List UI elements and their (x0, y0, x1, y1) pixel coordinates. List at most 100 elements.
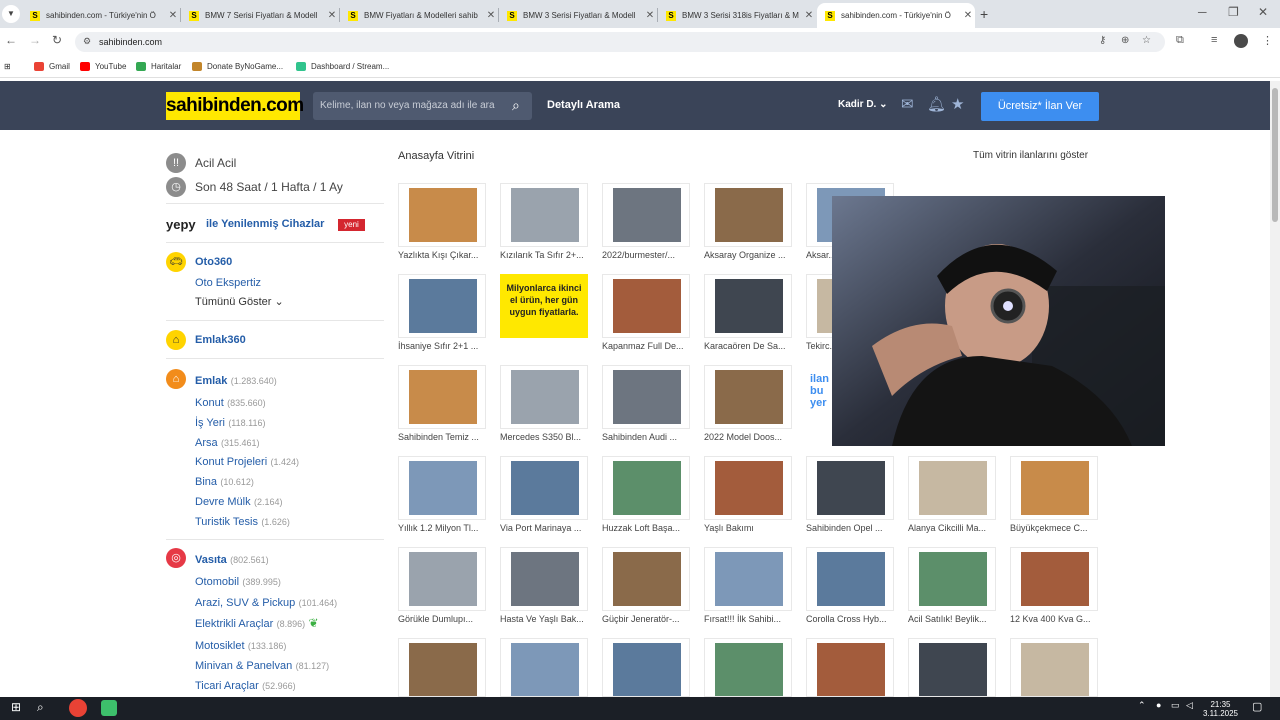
listing-card[interactable]: Kızılarık Ta Sıfır 2+... (500, 183, 588, 265)
listing-card[interactable] (500, 638, 588, 697)
notification-bell-icon[interactable]: 🔔︎ (927, 95, 946, 113)
subcategory-item[interactable]: Arsa (315.461) (195, 435, 260, 449)
subcategory-item[interactable]: Ticari Araçlar (52.966) (195, 678, 296, 692)
subcategory-item[interactable]: Minivan & Panelvan (81.127) (195, 658, 329, 672)
listing-card[interactable]: Aksaray Organize ... (704, 183, 792, 265)
listing-thumbnail[interactable] (500, 365, 588, 429)
listing-title[interactable]: Alanya Cikcilli Ma... (908, 523, 998, 533)
taskbar-search-icon[interactable]: ⌕ (37, 700, 44, 715)
subcategory-item[interactable]: Devre Mülk (2.164) (195, 494, 283, 508)
subcategory-item[interactable]: İş Yeri (118.116) (195, 415, 266, 429)
listing-thumbnail[interactable] (704, 274, 792, 338)
back-icon[interactable]: ← (5, 33, 17, 47)
bookmark-maps[interactable]: Haritalar (136, 62, 181, 71)
listing-thumbnail[interactable] (398, 183, 486, 247)
listing-title[interactable]: Hasta Ve Yaşlı Bak... (500, 614, 590, 624)
listing-card[interactable]: İhsaniye Sıfır 2+1 ... (398, 274, 486, 356)
listing-thumbnail[interactable] (704, 547, 792, 611)
emlak360-link[interactable]: Emlak360 (195, 334, 246, 346)
scrollbar-thumb[interactable] (1272, 88, 1278, 222)
listing-title[interactable]: Huzzak Loft Başa... (602, 523, 692, 533)
close-tab-icon[interactable]: ✕ (484, 10, 498, 21)
menu-icon[interactable]: ⋮ (1262, 34, 1273, 47)
search-icon[interactable]: ⌕ (512, 97, 520, 114)
listing-card[interactable]: 12 Kva 400 Kva G... (1010, 547, 1098, 629)
listing-thumbnail[interactable] (908, 456, 996, 520)
subcategory-item[interactable]: Turistik Tesis (1.626) (195, 514, 290, 528)
extensions-icon[interactable]: ⧉ (1176, 34, 1184, 47)
listing-thumbnail[interactable] (704, 183, 792, 247)
advanced-search-link[interactable]: Detaylı Arama (547, 99, 620, 111)
oto360-link[interactable]: Oto360 (195, 256, 232, 268)
listing-thumbnail[interactable] (1010, 638, 1098, 697)
listing-thumbnail[interactable] (1010, 547, 1098, 611)
windows-start-icon[interactable]: ⊞ (11, 700, 21, 714)
listing-title[interactable]: Kızılarık Ta Sıfır 2+... (500, 250, 590, 260)
browser-tab[interactable]: S BMW Fiyatları & Modelleri sahib ✕ (340, 3, 498, 28)
media-control-icon[interactable]: ≡ (1211, 34, 1217, 46)
bookmark-dashboard[interactable]: Dashboard / Stream... (296, 62, 389, 71)
sahibinden-logo[interactable]: sahibinden.com (166, 92, 304, 120)
oto-ekspertiz-link[interactable]: Oto Ekspertiz (195, 277, 261, 289)
subcategory-item[interactable]: Bina (10.612) (195, 474, 254, 488)
bookmark-donate[interactable]: Donate ByNoGame... (192, 62, 283, 71)
listing-thumbnail[interactable] (398, 365, 486, 429)
restore-icon[interactable]: ❐ (1228, 5, 1239, 19)
listing-thumbnail[interactable] (602, 183, 690, 247)
listing-card[interactable]: Görükle Dumlupı... (398, 547, 486, 629)
tab-search-icon[interactable]: ▼ (2, 5, 20, 23)
subcategory-item[interactable]: Konut (835.660) (195, 395, 266, 409)
listing-card[interactable] (704, 638, 792, 697)
listing-card[interactable]: Yaşlı Bakımı (704, 456, 792, 538)
show-all-toggle[interactable]: Tümünü Göster ⌄ (195, 295, 284, 308)
listing-card[interactable]: 2022 Model Doos... (704, 365, 792, 447)
favorites-star-icon[interactable]: ★ (951, 95, 964, 113)
listing-thumbnail[interactable] (908, 638, 996, 697)
listing-thumbnail[interactable] (806, 547, 894, 611)
bookmark-star-icon[interactable]: ☆ (1142, 35, 1151, 46)
listing-title[interactable]: Aksaray Organize ... (704, 250, 794, 260)
listing-card[interactable] (806, 638, 894, 697)
messages-icon[interactable]: ✉ (901, 95, 914, 113)
listing-thumbnail[interactable] (806, 638, 894, 697)
listing-title[interactable]: Güçbir Jeneratör-... (602, 614, 692, 624)
listing-card[interactable]: 2022/burmester/... (602, 183, 690, 265)
listing-thumbnail[interactable] (704, 365, 792, 429)
listing-thumbnail[interactable] (500, 638, 588, 697)
listing-thumbnail[interactable] (398, 456, 486, 520)
listing-title[interactable]: Via Port Marinaya ... (500, 523, 590, 533)
listing-card[interactable]: Corolla Cross Hyb... (806, 547, 894, 629)
listing-title[interactable]: Sahibinden Temiz ... (398, 432, 488, 442)
browser-tab[interactable]: S BMW 7 Serisi Fiyatları & Modell ✕ (181, 3, 339, 28)
listing-title[interactable]: Görükle Dumlupı... (398, 614, 488, 624)
listing-card[interactable]: Via Port Marinaya ... (500, 456, 588, 538)
listing-card[interactable]: Fırsat!!! İlk Sahibi... (704, 547, 792, 629)
listing-title[interactable]: Yazlıkta Kışı Çıkar... (398, 250, 488, 260)
close-tab-icon[interactable]: ✕ (961, 10, 975, 21)
listing-card[interactable]: Karacaören De Sa... (704, 274, 792, 356)
user-menu[interactable]: Kadir D. ⌄ (838, 99, 888, 110)
urgent-link[interactable]: Acil Acil (195, 156, 236, 170)
listing-title[interactable]: Mercedes S350 Bl... (500, 432, 590, 442)
site-info-icon[interactable]: ⚙ (83, 36, 91, 47)
subcategory-item[interactable]: Elektrikli Araçlar (8.896) ❦ (195, 616, 319, 630)
close-tab-icon[interactable]: ✕ (325, 10, 339, 21)
listing-thumbnail[interactable] (704, 456, 792, 520)
browser-tab[interactable]: S BMW 3 Serisi 318is Fiyatları & M ✕ (658, 3, 816, 28)
listing-card[interactable] (398, 638, 486, 697)
listing-thumbnail[interactable] (500, 456, 588, 520)
close-window-icon[interactable]: ✕ (1258, 5, 1268, 19)
taskbar-clock[interactable]: 21:35 3.11.2025 (1203, 700, 1238, 718)
tray-chevron-icon[interactable]: ⌃ (1138, 700, 1146, 711)
listing-card[interactable] (602, 638, 690, 697)
volume-icon[interactable]: ◁ (1186, 700, 1193, 711)
listing-thumbnail[interactable] (704, 638, 792, 697)
subcategory-item[interactable]: Motosiklet (133.186) (195, 638, 286, 652)
network-icon[interactable]: ▭ (1171, 700, 1180, 711)
listing-card[interactable]: Kapanmaz Full De... (602, 274, 690, 356)
listing-title[interactable]: Yıllık 1.2 Milyon Tl... (398, 523, 488, 533)
listing-title[interactable]: Karacaören De Sa... (704, 341, 794, 351)
recent-link[interactable]: Son 48 Saat / 1 Hafta / 1 Ay (195, 180, 343, 194)
listing-thumbnail[interactable]: Milyonlarca ikinci el ürün, her gün uygu… (500, 274, 588, 338)
apps-grid-icon[interactable]: ⊞ (4, 62, 11, 71)
